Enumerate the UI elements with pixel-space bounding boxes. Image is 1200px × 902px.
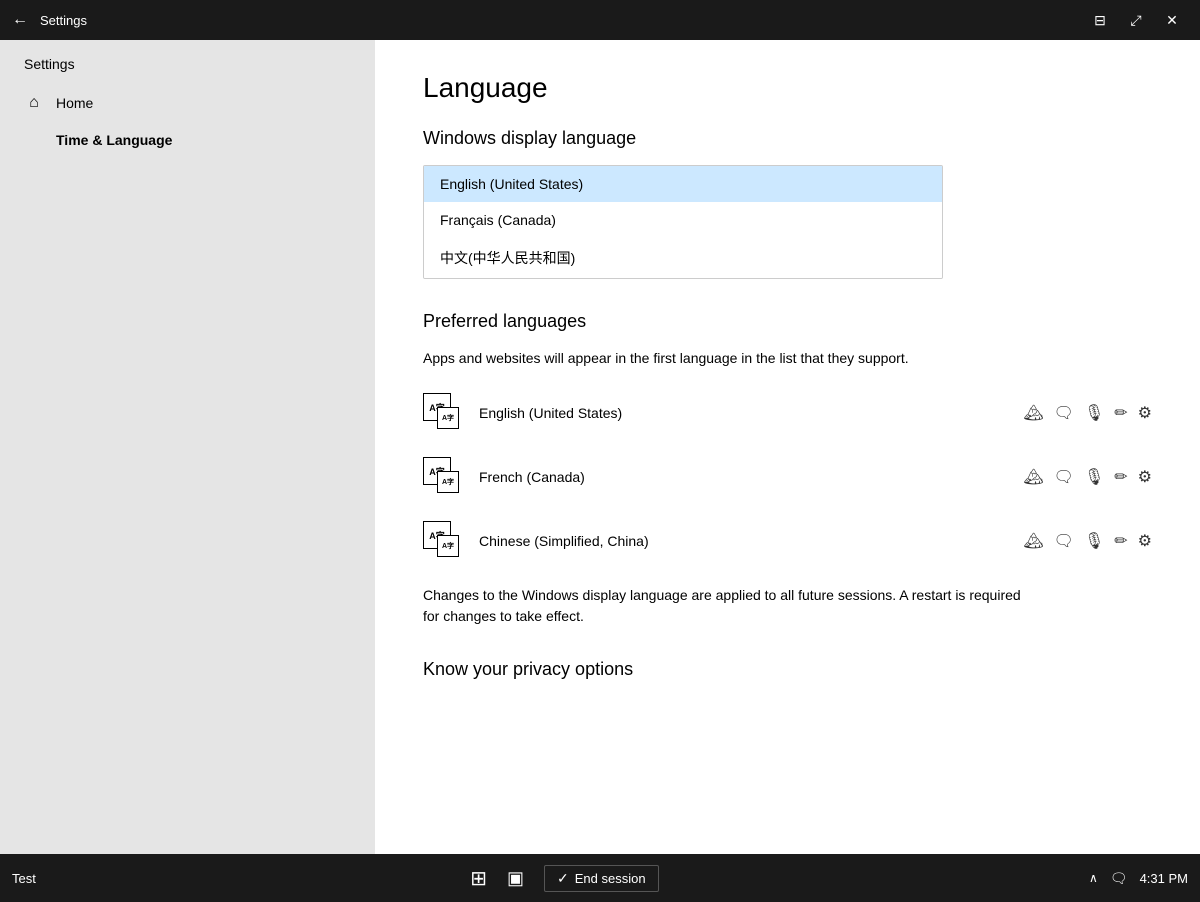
lang-microphone-icon-fr[interactable]: 🎙 — [1084, 467, 1104, 487]
privacy-section-title: Know your privacy options — [423, 659, 1152, 680]
chevron-up-icon[interactable]: ∧ — [1089, 871, 1098, 885]
home-icon: ⌂ — [24, 94, 44, 112]
lang-icon-chinese: A字 A字 — [423, 521, 463, 561]
lang-microphone-icon-zh[interactable]: 🎙 — [1084, 531, 1104, 551]
back-button[interactable]: ← — [12, 11, 28, 29]
end-session-label: End session — [575, 871, 646, 886]
lang-name-chinese: Chinese (Simplified, China) — [479, 533, 1023, 549]
lang-edit-icon-zh[interactable]: ✏ — [1114, 531, 1127, 551]
taskbar-left: Test — [12, 871, 40, 886]
notification-icon[interactable]: 🗨 — [1110, 870, 1128, 887]
lang-icon-box-bottom-fr: A字 — [437, 471, 459, 493]
lang-icon-box-bottom-zh: A字 — [437, 535, 459, 557]
close-button[interactable]: ✕ — [1156, 6, 1188, 34]
language-option-chinese[interactable]: 中文(中华人民共和国) — [424, 238, 942, 278]
minimize-button[interactable]: ⊟ — [1084, 6, 1116, 34]
lang-settings-icon-fr[interactable]: ⚙ — [1138, 467, 1152, 487]
language-option-french[interactable]: Français (Canada) — [424, 202, 942, 238]
title-bar: ← Settings ⊟ ⤢ ✕ — [0, 0, 1200, 40]
lang-speech-bubble-icon[interactable]: 🗨 — [1054, 403, 1074, 423]
lang-edit-icon[interactable]: ✏ — [1114, 403, 1127, 423]
language-row-english: A字 A字 English (United States) 🏔 🗨 🎙 ✏ ⚙ — [423, 393, 1152, 433]
notice-text: Changes to the Windows display language … — [423, 585, 1023, 627]
lang-actions-french: 🏔 🗨 🎙 ✏ ⚙ — [1023, 467, 1152, 487]
sidebar-item-time-language[interactable]: Time & Language — [0, 122, 375, 158]
lang-speech-bubble-icon-zh[interactable]: 🗨 — [1054, 531, 1074, 551]
task-view-button[interactable]: ▣ — [507, 868, 524, 889]
lang-microphone-icon[interactable]: 🎙 — [1084, 403, 1104, 423]
window-controls: ⊟ ⤢ ✕ — [1084, 6, 1188, 34]
lang-icon-french: A字 A字 — [423, 457, 463, 497]
sidebar-item-time-language-label: Time & Language — [56, 132, 172, 148]
end-session-circle-icon: ✓ — [557, 870, 569, 887]
window-title: Settings — [40, 13, 1084, 28]
lang-name-english: English (United States) — [479, 405, 1023, 421]
taskbar-test-label: Test — [12, 871, 36, 886]
language-row-french: A字 A字 French (Canada) 🏔 🗨 🎙 ✏ ⚙ — [423, 457, 1152, 497]
windows-start-button[interactable]: ⊞ — [470, 866, 487, 891]
taskbar-right: ∧ 🗨 4:31 PM — [1089, 870, 1188, 887]
lang-speech-bubble-icon-fr[interactable]: 🗨 — [1054, 467, 1074, 487]
lang-actions-chinese: 🏔 🗨 🎙 ✏ ⚙ — [1023, 531, 1152, 551]
preferred-languages-desc: Apps and websites will appear in the fir… — [423, 348, 1023, 369]
sidebar-settings-label: Settings — [0, 40, 375, 84]
lang-actions-english: 🏔 🗨 🎙 ✏ ⚙ — [1023, 403, 1152, 423]
content-area: Language Windows display language Englis… — [375, 40, 1200, 854]
sidebar: Settings ⌂ Home Time & Language — [0, 40, 375, 854]
windows-display-language-title: Windows display language — [423, 128, 1152, 149]
main-layout: Settings ⌂ Home Time & Language Language… — [0, 40, 1200, 854]
taskbar-center: ⊞ ▣ ✓ End session — [40, 865, 1089, 892]
lang-edit-icon-fr[interactable]: ✏ — [1114, 467, 1127, 487]
language-row-chinese: A字 A字 Chinese (Simplified, China) 🏔 🗨 🎙 … — [423, 521, 1152, 561]
lang-settings-icon[interactable]: ⚙ — [1138, 403, 1152, 423]
taskbar-time: 4:31 PM — [1140, 871, 1188, 886]
lang-settings-icon-zh[interactable]: ⚙ — [1138, 531, 1152, 551]
lang-name-french: French (Canada) — [479, 469, 1023, 485]
preferred-languages-title: Preferred languages — [423, 311, 1152, 332]
lang-icon-english: A字 A字 — [423, 393, 463, 433]
taskbar: Test ⊞ ▣ ✓ End session ∧ 🗨 4:31 PM — [0, 854, 1200, 902]
lang-keyboard-icon-fr[interactable]: 🏔 — [1023, 467, 1043, 487]
lang-icon-box-bottom: A字 — [437, 407, 459, 429]
lang-keyboard-icon-zh[interactable]: 🏔 — [1023, 531, 1043, 551]
language-dropdown[interactable]: English (United States) Français (Canada… — [423, 165, 943, 279]
language-option-english[interactable]: English (United States) — [424, 166, 942, 202]
sidebar-item-home-label: Home — [56, 95, 93, 111]
lang-keyboard-icon[interactable]: 🏔 — [1023, 403, 1043, 423]
page-title: Language — [423, 72, 1152, 104]
end-session-button[interactable]: ✓ End session — [544, 865, 659, 892]
sidebar-item-home[interactable]: ⌂ Home — [0, 84, 375, 122]
restore-button[interactable]: ⤢ — [1120, 6, 1152, 34]
